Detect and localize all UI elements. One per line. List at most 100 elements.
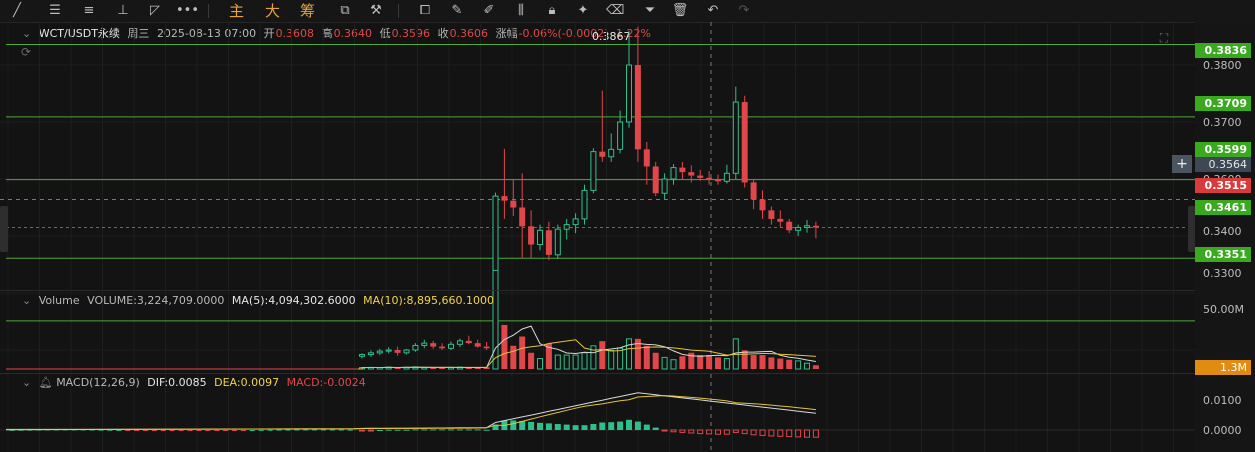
candle-body (501, 196, 508, 201)
volume-bar (715, 357, 721, 369)
candle-body (465, 340, 472, 344)
candle-body (617, 121, 624, 150)
macd-histogram-bar (214, 430, 220, 431)
volume-bar (563, 354, 570, 370)
volume-bar (804, 362, 810, 370)
macd-histogram-bar (679, 429, 686, 433)
candle-body (563, 224, 570, 230)
macd-histogram-bar (465, 429, 472, 431)
macd-histogram-bar (240, 430, 246, 431)
chart-app: { "toolbar": { "main_label": "主", "big_l… (0, 0, 1255, 452)
add-level-icon[interactable]: + (1172, 155, 1192, 173)
macd-histogram-bar (178, 430, 184, 431)
volume-bar (812, 365, 819, 369)
candle-body (581, 189, 588, 220)
macd-histogram-bar (267, 429, 273, 431)
volume-bar (554, 354, 561, 370)
macd-dif: DIF:0.0085 (147, 376, 207, 389)
pane-divider[interactable] (0, 290, 1195, 291)
level-tag[interactable]: 0.3599 (1195, 142, 1251, 157)
macd-dif-line (5, 392, 816, 431)
macd-histogram-bar (634, 421, 641, 430)
macd-info: ⌄ 🔔︎ MACD(12,26,9) DIF:0.0085 DEA:0.0097… (22, 376, 370, 390)
macd-histogram-bar (750, 429, 757, 436)
candle-body (688, 172, 695, 176)
macd-histogram-bar (777, 429, 784, 437)
macd-histogram-bar (125, 430, 131, 431)
volume-bar (608, 349, 615, 370)
candle-body (777, 218, 784, 222)
volume-bar (697, 355, 704, 369)
candle-body (706, 177, 713, 179)
macd-histogram-bar (759, 429, 766, 436)
volume-bar (492, 269, 499, 370)
candle-body (545, 230, 552, 255)
macd-histogram-bar (232, 430, 237, 431)
candle-body (679, 167, 686, 173)
candle-body (626, 64, 632, 123)
left-collapse-handle[interactable] (0, 206, 8, 252)
candle-body (359, 354, 365, 357)
macd-histogram-bar (285, 429, 291, 431)
candle-body (599, 151, 606, 157)
candle-body (412, 344, 419, 351)
level-tag[interactable]: 0.3351 (1195, 247, 1251, 262)
candle-body (439, 346, 446, 349)
volume-bar (599, 341, 606, 369)
candle-body (741, 102, 748, 183)
macd-histogram-bar (483, 429, 490, 431)
macd-histogram-bar (151, 430, 157, 431)
price-tick: 0.3700 (1203, 116, 1242, 129)
macd-histogram-bar (643, 424, 650, 430)
candle-body (528, 226, 535, 245)
macd-histogram-bar (359, 429, 365, 432)
macd-histogram-bar (599, 422, 606, 430)
volume-bar (643, 345, 650, 369)
price-tick: 0.3800 (1203, 59, 1242, 72)
bell-icon[interactable]: 🔔︎ (39, 376, 53, 389)
level-tag[interactable]: 0.3836 (1195, 43, 1251, 58)
volume-bar (528, 352, 535, 369)
macd-histogram-bar (572, 425, 579, 430)
level-tag[interactable]: 0.3709 (1195, 96, 1251, 111)
macd-histogram-bar (456, 429, 463, 431)
collapse-icon[interactable]: ⌄ (22, 294, 31, 307)
macd-histogram-bar (187, 430, 193, 431)
volume-bar (759, 355, 766, 369)
candle-body (385, 349, 392, 352)
volume-bar (786, 359, 793, 369)
macd-histogram-bar (795, 429, 802, 438)
candle-body (768, 210, 775, 219)
macd-histogram-bar (134, 430, 140, 431)
macd-histogram-bar (367, 429, 374, 432)
volume-axis-tick: 50.00M (1203, 303, 1244, 316)
candle-body (643, 149, 650, 167)
macd-histogram-bar (421, 429, 428, 431)
candle-body (510, 200, 517, 208)
candle-body (812, 225, 819, 228)
candle-body (795, 226, 802, 231)
macd-histogram-bar (205, 430, 211, 431)
candle-body (697, 175, 704, 178)
volume-ma5: MA(5):4,094,302.6000 (231, 294, 356, 307)
macd-histogram-bar (732, 429, 739, 433)
macd-histogram-bar (537, 422, 543, 430)
volume-title: Volume (38, 294, 80, 307)
level-tag[interactable]: 0.3461 (1195, 200, 1251, 215)
candle-body (732, 101, 739, 174)
macd-histogram-bar (116, 429, 122, 431)
volume-ma10: MA(10):8,895,660.1000 (363, 294, 494, 307)
volume-bar (626, 338, 632, 370)
macd-histogram-bar (249, 429, 255, 431)
macd-histogram-bar (196, 430, 202, 431)
collapse-icon[interactable]: ⌄ (22, 376, 31, 389)
volume-bar (537, 358, 543, 370)
candle-body (448, 343, 454, 349)
candle-body (759, 199, 766, 211)
candle-body (537, 229, 543, 246)
macd-histogram-bar (563, 424, 570, 430)
pane-divider[interactable] (0, 373, 1195, 374)
crosshair-price-tag: 0.3564 (1195, 157, 1251, 172)
macd-histogram-bar (697, 429, 704, 435)
macd-value: MACD:-0.0024 (286, 376, 366, 389)
